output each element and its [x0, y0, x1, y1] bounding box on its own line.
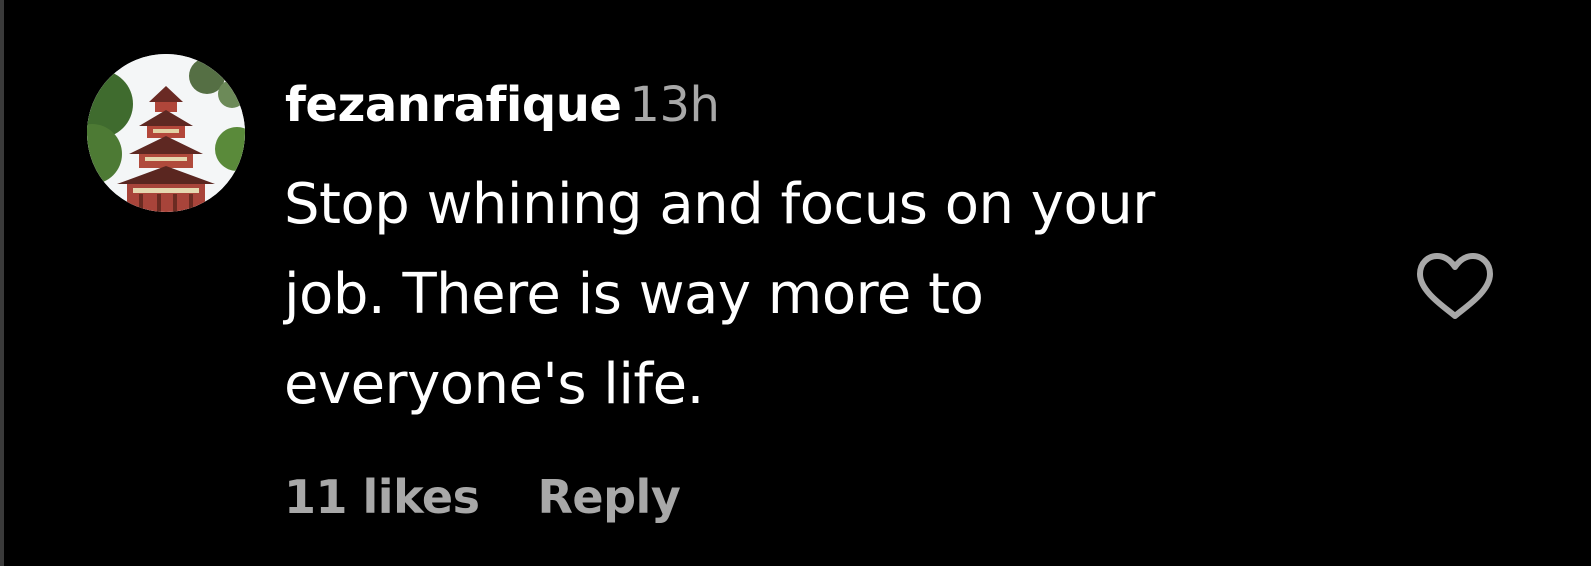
comment-actions: 11 likes Reply [284, 462, 681, 532]
heart-outline-icon [1417, 253, 1493, 319]
comment-header: fezanrafique 13h [285, 70, 720, 140]
reply-button[interactable]: Reply [538, 462, 681, 532]
avatar-pagoda-image [87, 54, 245, 212]
likes-count[interactable]: 11 likes [284, 462, 480, 532]
like-button[interactable] [1414, 250, 1496, 322]
avatar[interactable] [87, 54, 245, 212]
comment-card: fezanrafique 13h Stop whining and focus o… [0, 0, 1591, 566]
comment-text: Stop whining and focus on your job. Ther… [284, 172, 1155, 417]
username-link[interactable]: fezanrafique [285, 77, 622, 133]
comment-timestamp[interactable]: 13h [629, 77, 720, 133]
